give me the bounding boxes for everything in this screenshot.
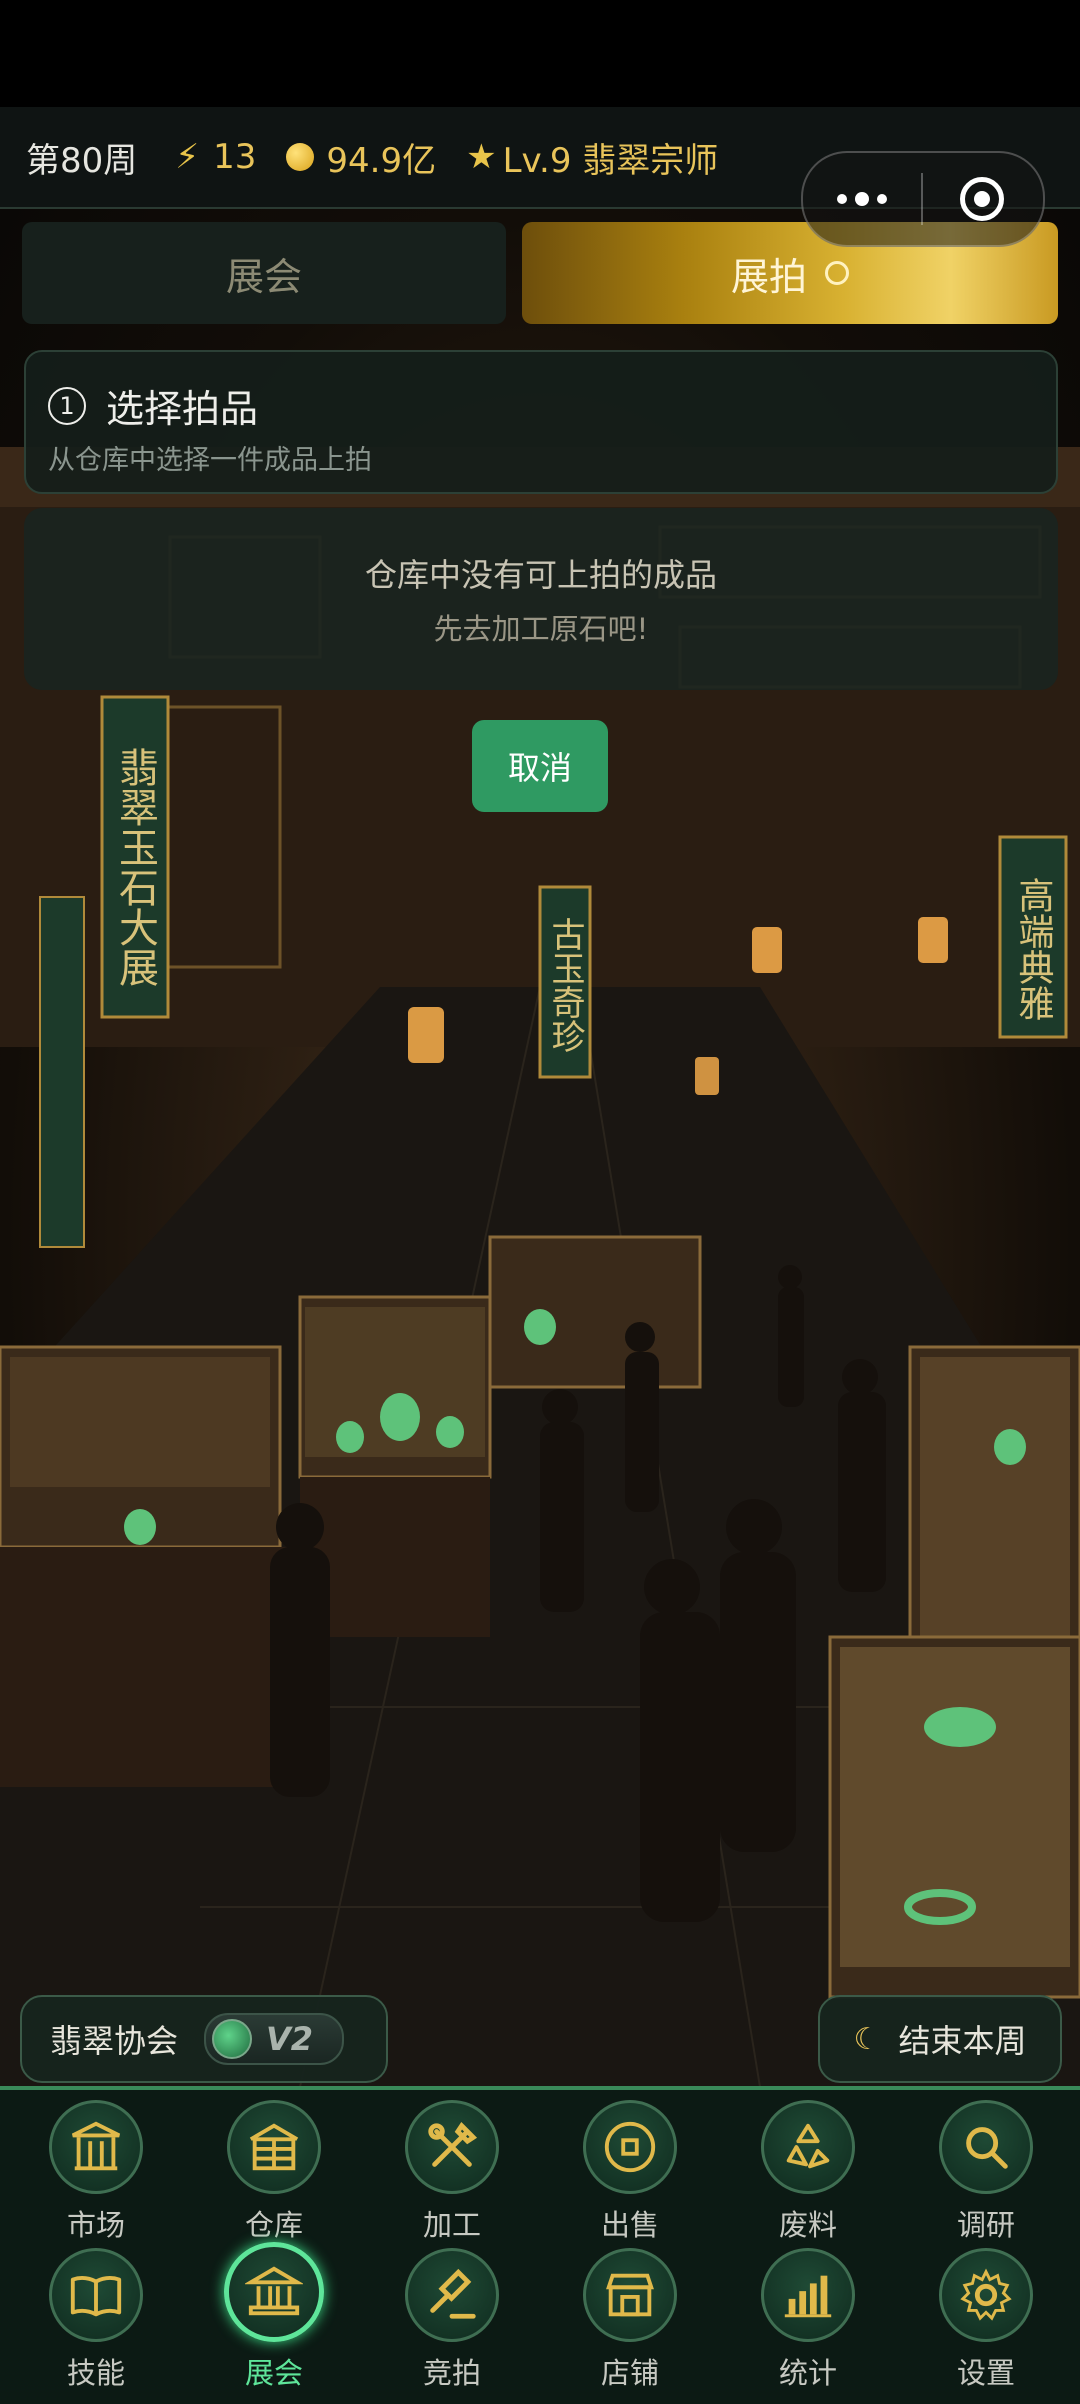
nav-scrap-label: 废料 [778,2208,837,2242]
nav-shop[interactable]: 店铺 [540,2248,720,2392]
step-title-row: 1 选择拍品 [48,378,258,433]
magnifier-icon [939,2100,1033,2194]
book-icon [49,2248,143,2342]
nav-settings-label: 设置 [956,2356,1015,2390]
banner-2-text: 古玉奇珍 [545,917,585,1053]
nav-warehouse-label: 仓库 [244,2208,303,2242]
lightning-icon: ⚡ [175,137,200,177]
nav-sell[interactable]: 出售 [540,2100,720,2244]
energy-value: 13 [213,137,257,177]
museum-icon [224,2242,324,2342]
nav-market-label: 市场 [66,2208,125,2242]
week-counter: 第80周 [26,140,138,181]
select-item-panel: 1 选择拍品 从仓库中选择一件成品上拍 [24,350,1058,494]
empty-hint: 先去加工原石吧! [433,612,649,646]
end-week-label: 结束本周 [898,2022,1027,2060]
nav-process[interactable]: 加工 [362,2100,542,2244]
close-miniprogram-button[interactable] [923,177,1041,221]
recycle-icon [761,2100,855,2194]
nav-settings[interactable]: 设置 [896,2248,1076,2392]
mini-program-capsule [801,151,1045,247]
nav-sell-label: 出售 [600,2208,659,2242]
association-level-badge: V2 [204,2013,345,2065]
banner-1-text: 翡翠玉石大展 [112,747,159,987]
moon-icon: ☾ [853,2021,881,2057]
tools-icon [405,2100,499,2194]
tab-expo[interactable]: 展会 [22,222,506,324]
jade-gem-icon [212,2019,253,2059]
nav-skills-label: 技能 [66,2356,125,2390]
nav-process-label: 加工 [422,2208,481,2242]
gavel-icon [405,2248,499,2342]
level-value: Lv.9 翡翠宗师 [502,140,719,181]
nav-stats[interactable]: 统计 [718,2248,898,2392]
nav-stats-label: 统计 [778,2356,837,2390]
target-icon [960,177,1004,221]
coin-stat: 94.9亿 [286,133,436,182]
cancel-label: 取消 [507,749,572,787]
nav-shop-label: 店铺 [600,2356,659,2390]
gate-icon [49,2100,143,2194]
empty-message: 仓库中没有可上拍的成品 [364,556,717,594]
end-week-button[interactable]: ☾ 结束本周 [818,1995,1062,2083]
coin-icon [583,2100,677,2194]
empty-state-panel: 仓库中没有可上拍的成品 先去加工原石吧! [24,508,1058,690]
energy-stat: ⚡ 13 [175,137,256,177]
tab-expo-label: 展会 [225,254,302,299]
nav-scrap[interactable]: 废料 [718,2100,898,2244]
coin-value: 94.9亿 [326,140,437,181]
star-icon: ★ [466,137,497,177]
nav-research[interactable]: 调研 [896,2100,1076,2244]
nav-warehouse[interactable]: 仓库 [184,2100,364,2244]
step-number-icon: 1 [48,386,86,425]
association-button[interactable]: 翡翠协会 V2 [20,1995,388,2083]
banner-3-text: 高端典雅 [1013,877,1054,1021]
bottom-navigation: 市场 仓库 加工 出售 废料 调研 技能 展会 竞拍 店铺 统计 设置 [0,2086,1080,2404]
nav-skills[interactable]: 技能 [6,2248,186,2392]
nav-expo[interactable]: 展会 [184,2242,364,2392]
coin-icon [286,143,315,171]
cancel-button[interactable]: 取消 [472,720,608,812]
nav-research-label: 调研 [956,2208,1015,2242]
level-stat: ★ Lv.9 翡翠宗师 [466,133,718,182]
step-title: 选择拍品 [106,387,259,431]
bar-chart-icon [761,2248,855,2342]
nav-bid-label: 竞拍 [422,2356,481,2390]
gear-icon [939,2248,1033,2342]
tab-auction-label: 展拍 [730,254,807,299]
association-label: 翡翠协会 [50,2022,179,2060]
shop-icon [583,2248,677,2342]
association-level-text: V2 [266,2020,314,2058]
nav-bid[interactable]: 竞拍 [362,2248,542,2392]
circle-icon [825,261,849,285]
warehouse-icon [227,2100,321,2194]
more-options-icon[interactable] [803,192,921,206]
nav-expo-label: 展会 [244,2356,303,2390]
nav-market[interactable]: 市场 [6,2100,186,2244]
step-subtitle: 从仓库中选择一件成品上拍 [48,445,372,476]
